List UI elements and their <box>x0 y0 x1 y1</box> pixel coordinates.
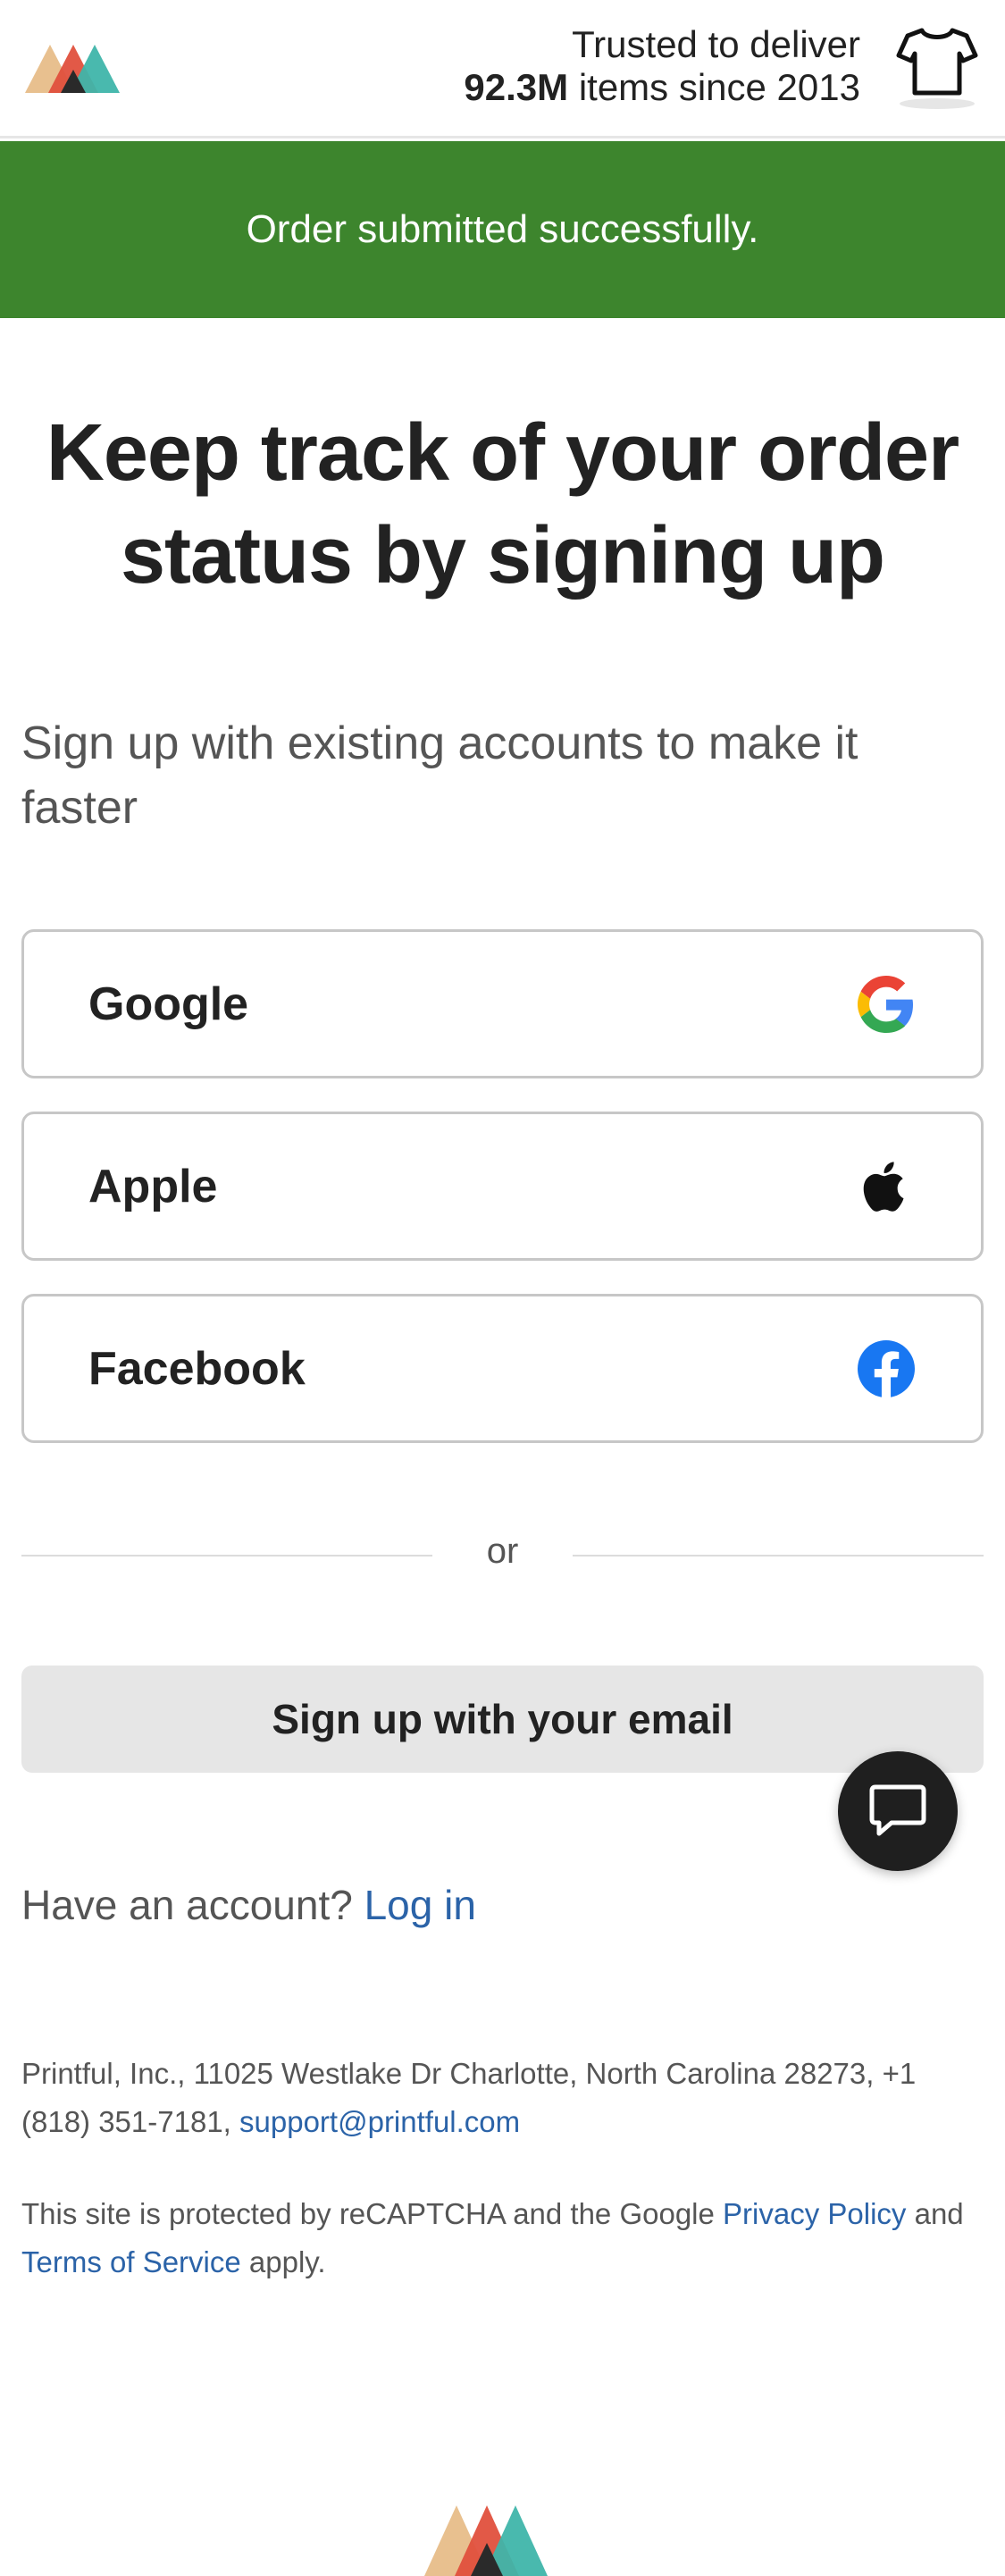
signup-subtitle: Sign up with existing accounts to make i… <box>21 717 858 834</box>
login-prompt: Have an account? Log in <box>21 1881 476 1929</box>
apple-icon <box>863 1161 904 1212</box>
trust-statement: Trusted to deliver 92.3M items since 201… <box>464 23 860 109</box>
divider-text: or <box>486 1531 519 1571</box>
page-title: Keep track of your order status by signi… <box>46 408 959 600</box>
chat-button[interactable] <box>838 1751 958 1871</box>
support-email-link[interactable]: support@printful.com <box>239 2105 520 2138</box>
facebook-button-label: Facebook <box>88 1342 306 1395</box>
or-divider: or <box>21 1528 984 1582</box>
divider-line-right <box>573 1555 984 1557</box>
recaptcha-notice: This site is protected by reCAPTCHA and … <box>21 2190 977 2287</box>
email-signup-button[interactable]: Sign up with your email <box>21 1666 984 1773</box>
facebook-icon <box>858 1339 915 1397</box>
terms-of-service-link[interactable]: Terms of Service <box>21 2245 241 2278</box>
google-signup-button[interactable]: Google <box>21 929 984 1078</box>
google-button-label: Google <box>88 978 249 1030</box>
trust-line-1: Trusted to deliver <box>572 23 860 65</box>
apple-signup-button[interactable]: Apple <box>21 1112 984 1261</box>
footer-logo-icon <box>424 2505 548 2576</box>
captcha-prefix: This site is protected by reCAPTCHA and … <box>21 2197 724 2230</box>
chat-icon <box>869 1784 926 1836</box>
google-icon <box>858 975 913 1033</box>
trust-line-2-rest: items since 2013 <box>568 66 860 108</box>
items-count: 92.3M <box>464 66 569 108</box>
success-banner: Order submitted successfully. <box>0 141 1005 318</box>
printful-logo-icon[interactable] <box>25 41 139 95</box>
success-message: Order submitted successfully. <box>246 207 759 251</box>
captcha-middle: and <box>906 2197 964 2230</box>
have-account-text: Have an account? <box>21 1882 353 1928</box>
site-header: Trusted to deliver 92.3M items since 201… <box>0 0 1005 138</box>
t-shirt-icon[interactable] <box>895 25 979 111</box>
trust-line-2: 92.3M items since 2013 <box>464 66 860 109</box>
apple-button-label: Apple <box>88 1160 218 1212</box>
captcha-suffix: apply. <box>240 2245 326 2278</box>
login-link[interactable]: Log in <box>364 1882 476 1928</box>
facebook-signup-button[interactable]: Facebook <box>21 1294 984 1443</box>
privacy-policy-link[interactable]: Privacy Policy <box>723 2197 906 2230</box>
company-address: Printful, Inc., 11025 Westlake Dr Charlo… <box>21 2050 977 2146</box>
